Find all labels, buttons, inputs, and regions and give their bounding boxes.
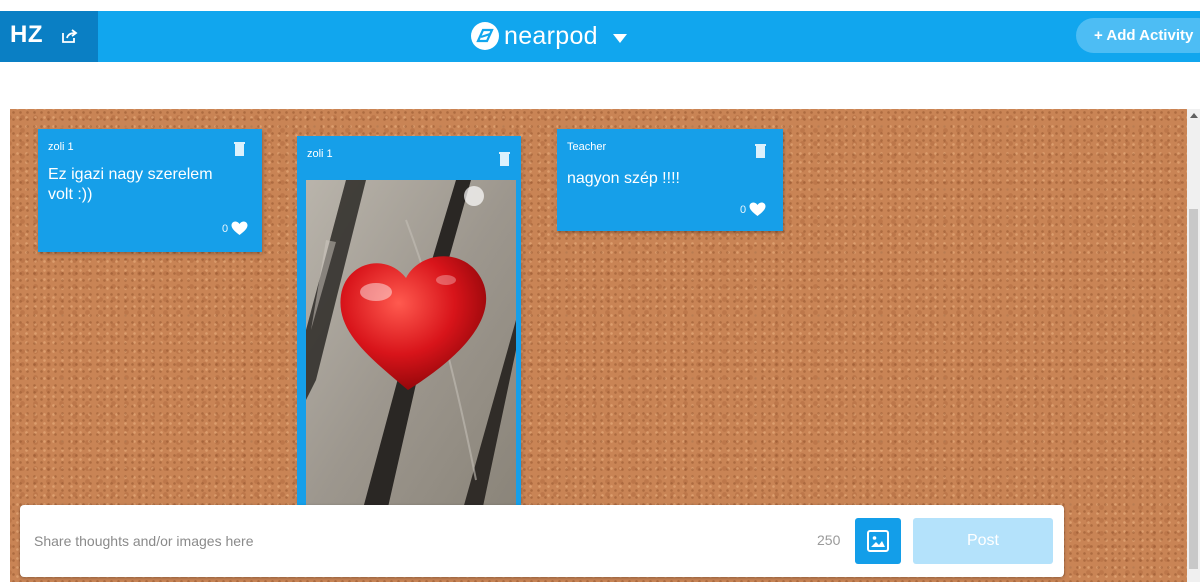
scroll-thumb[interactable] [1189, 209, 1198, 569]
post-author: zoli 1 [48, 141, 74, 153]
top-bar: HZ nearpod + Add Activity [0, 11, 1200, 62]
post-button[interactable]: Post [913, 518, 1053, 564]
scroll-up-arrow[interactable] [1190, 113, 1198, 118]
post-image[interactable] [306, 180, 516, 516]
brand-name: nearpod [504, 21, 598, 50]
post-author: zoli 1 [307, 148, 333, 160]
image-icon [867, 530, 889, 552]
character-count: 250 [817, 532, 841, 548]
like-row[interactable]: 0 [740, 202, 766, 217]
post-text-line: Ez igazi nagy szerelem [48, 166, 213, 183]
trash-icon[interactable] [499, 152, 510, 166]
like-row[interactable]: 0 [222, 221, 248, 236]
nearpod-logo-icon [471, 22, 499, 50]
trash-icon[interactable] [234, 142, 245, 156]
like-count: 0 [222, 222, 229, 235]
user-initials: HZ [10, 21, 43, 48]
post-text-line: nagyon szép !!!! [567, 170, 680, 187]
trash-icon[interactable] [755, 144, 766, 158]
post-text: Ez igazi nagy szerelem volt :)) [48, 165, 213, 205]
post-text: nagyon szép !!!! [567, 169, 680, 189]
post-author: Teacher [567, 141, 607, 153]
heart-icon[interactable] [231, 221, 248, 236]
brand-menu[interactable]: nearpod [470, 19, 628, 53]
post-composer: 250 Post [20, 505, 1064, 577]
user-block[interactable]: HZ [0, 11, 98, 62]
board-scrollbar[interactable] [1187, 109, 1200, 582]
heart-icon[interactable] [749, 202, 766, 217]
add-image-button[interactable] [855, 518, 901, 564]
add-activity-button[interactable]: + Add Activity [1076, 18, 1200, 53]
like-count: 0 [740, 203, 747, 216]
post-card[interactable]: zoli 1 Ez igazi nagy szerelem volt :)) 0 [38, 129, 262, 252]
post-text-line: volt :)) [48, 186, 93, 203]
share-icon[interactable] [60, 28, 78, 44]
post-card-image[interactable]: zoli 1 [297, 136, 521, 516]
share-thoughts-input[interactable] [32, 529, 796, 553]
chevron-down-icon[interactable] [612, 32, 628, 44]
post-card[interactable]: Teacher nagyon szép !!!! 0 [557, 129, 783, 231]
